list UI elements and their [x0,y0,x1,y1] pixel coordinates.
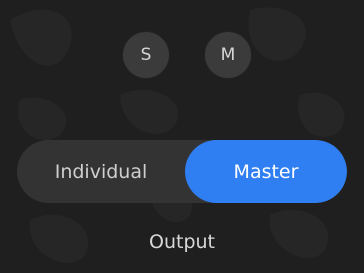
mode-individual-label: Individual [54,160,148,183]
solo-button-label: S [140,45,152,65]
mode-individual-option[interactable]: Individual [17,140,185,203]
mode-master-label: Master [233,160,299,183]
output-panel: S M Individual Master Output [0,0,364,273]
mute-button-label: M [220,45,236,65]
output-label: Output [149,231,215,253]
solo-button[interactable]: S [123,32,169,78]
mute-button[interactable]: M [205,32,251,78]
output-mode-switch: Individual Master [17,140,347,203]
mode-master-option[interactable]: Master [185,140,347,203]
